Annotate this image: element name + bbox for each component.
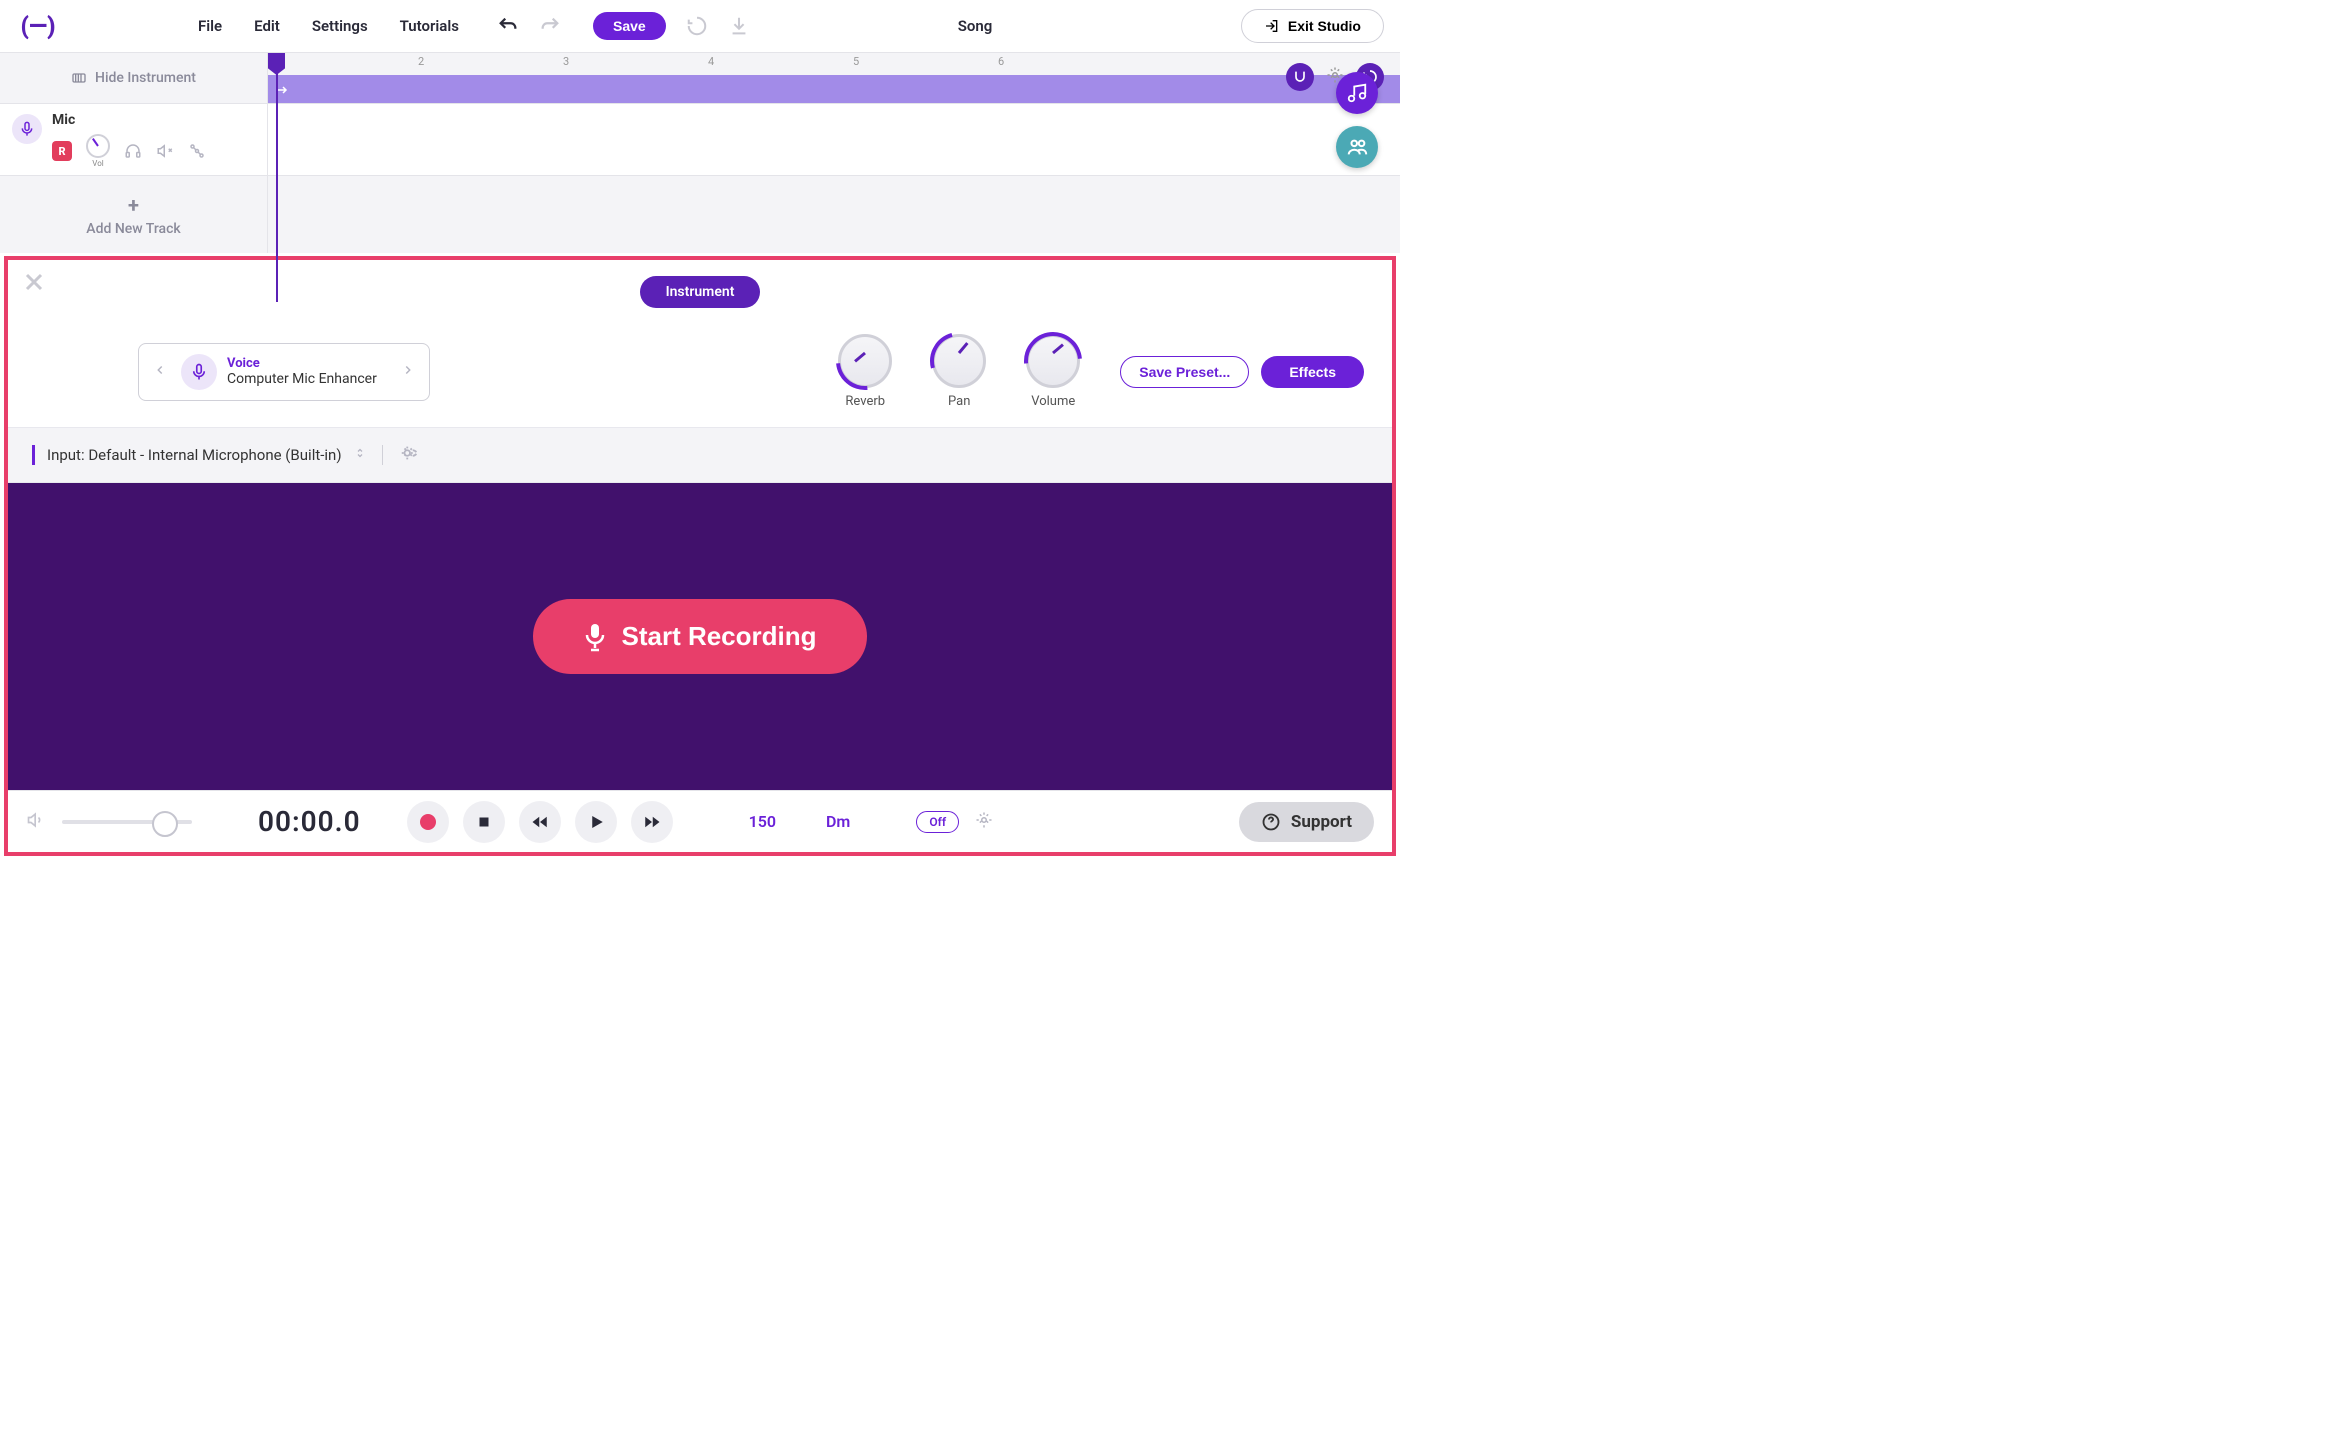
input-chevrons-icon[interactable] (354, 445, 366, 465)
mic-icon (12, 114, 42, 144)
floating-buttons (1336, 72, 1378, 168)
timeline[interactable]: 2 3 4 5 6 (268, 53, 1400, 253)
chevron-right-icon[interactable] (397, 358, 419, 385)
volume-slider[interactable] (62, 820, 192, 824)
record-button[interactable] (407, 801, 449, 843)
preset-category: Voice (227, 356, 377, 371)
ruler-mark: 6 (998, 55, 1004, 68)
divider (32, 445, 35, 465)
hide-instrument-label: Hide Instrument (95, 70, 196, 86)
instrument-tab[interactable]: Instrument (640, 276, 761, 308)
preset-name: Computer Mic Enhancer (227, 371, 377, 387)
undo-icon[interactable] (497, 15, 519, 37)
support-label: Support (1291, 812, 1352, 832)
instrument-panel: Instrument Voice Computer Mic Enhancer R… (4, 256, 1396, 856)
rewind-button[interactable] (519, 801, 561, 843)
input-settings-icon[interactable] (399, 442, 421, 468)
ruler-mark: 2 (418, 55, 424, 68)
mute-icon[interactable] (156, 142, 174, 160)
redo-icon (539, 15, 561, 37)
transport-bar: 00:00.0 150 Dm Off Support (8, 790, 1392, 852)
timeline-ruler[interactable]: 2 3 4 5 6 (268, 53, 1400, 104)
add-track-button[interactable]: + Add New Track (0, 176, 267, 253)
speaker-icon[interactable] (26, 810, 46, 834)
save-preset-button[interactable]: Save Preset... (1120, 356, 1249, 388)
headphones-icon[interactable] (124, 142, 142, 160)
top-bar: (—) File Edit Settings Tutorials Save So… (0, 0, 1400, 53)
key-value[interactable]: Dm (826, 812, 850, 831)
time-display: 00:00.0 (258, 805, 361, 838)
record-arm-badge[interactable]: R (52, 141, 72, 161)
loops-fab-icon[interactable] (1336, 72, 1378, 114)
playhead[interactable] (268, 53, 285, 302)
collab-fab-icon[interactable] (1336, 126, 1378, 168)
metronome-toggle[interactable]: Off (916, 811, 959, 833)
effects-button[interactable]: Effects (1261, 356, 1364, 388)
start-recording-label: Start Recording (621, 621, 816, 652)
pan-knob[interactable]: Pan (932, 334, 986, 409)
start-recording-button[interactable]: Start Recording (533, 599, 866, 674)
song-title[interactable]: Song (958, 17, 993, 35)
menu-settings[interactable]: Settings (312, 17, 368, 35)
stop-button[interactable] (463, 801, 505, 843)
input-bar: Input: Default - Internal Microphone (Bu… (8, 427, 1392, 483)
exit-studio-button[interactable]: Exit Studio (1241, 9, 1384, 43)
download-icon (728, 15, 750, 37)
add-track-label: Add New Track (86, 221, 180, 237)
reverb-knob[interactable]: Reverb (838, 334, 892, 409)
transport-settings-icon[interactable] (975, 811, 993, 833)
plus-icon: + (128, 193, 139, 217)
fx-icon[interactable] (188, 142, 206, 160)
input-selector[interactable]: Input: Default - Internal Microphone (Bu… (47, 446, 342, 464)
preset-selector[interactable]: Voice Computer Mic Enhancer (138, 343, 430, 401)
track-name: Mic (52, 112, 255, 128)
volume-knob-small[interactable]: Vol (86, 134, 110, 168)
revert-icon (686, 15, 708, 37)
vol-label: Vol (86, 159, 110, 168)
exit-label: Exit Studio (1288, 18, 1361, 34)
track-row[interactable]: Mic R Vol (0, 104, 267, 176)
play-button[interactable] (575, 801, 617, 843)
volume-label: Volume (1031, 394, 1075, 409)
close-icon[interactable] (22, 270, 46, 294)
menu-tutorials[interactable]: Tutorials (400, 17, 459, 35)
ruler-mark: 5 (853, 55, 859, 68)
chevron-left-icon[interactable] (149, 358, 171, 385)
ruler-mark: 3 (563, 55, 569, 68)
support-button[interactable]: Support (1239, 802, 1374, 842)
menu-file[interactable]: File (198, 17, 222, 35)
ruler-mark: 4 (708, 55, 714, 68)
recording-area: Start Recording (8, 483, 1392, 790)
main-menu: File Edit Settings Tutorials (198, 17, 459, 35)
mic-icon (181, 354, 217, 390)
logo-icon: (—) (16, 12, 60, 40)
pan-label: Pan (948, 394, 970, 409)
tempo-value[interactable]: 150 (749, 812, 776, 831)
workspace: Hide Instrument Mic R Vol + Add New Trac… (0, 53, 1400, 253)
track-lane[interactable] (268, 104, 1400, 176)
track-sidebar: Hide Instrument Mic R Vol + Add New Trac… (0, 53, 268, 253)
menu-edit[interactable]: Edit (254, 17, 280, 35)
save-button[interactable]: Save (593, 12, 666, 40)
reverb-label: Reverb (845, 394, 885, 409)
snap-icon[interactable] (1286, 63, 1314, 91)
hide-instrument-button[interactable]: Hide Instrument (0, 53, 267, 104)
forward-button[interactable] (631, 801, 673, 843)
volume-knob[interactable]: Volume (1026, 334, 1080, 409)
